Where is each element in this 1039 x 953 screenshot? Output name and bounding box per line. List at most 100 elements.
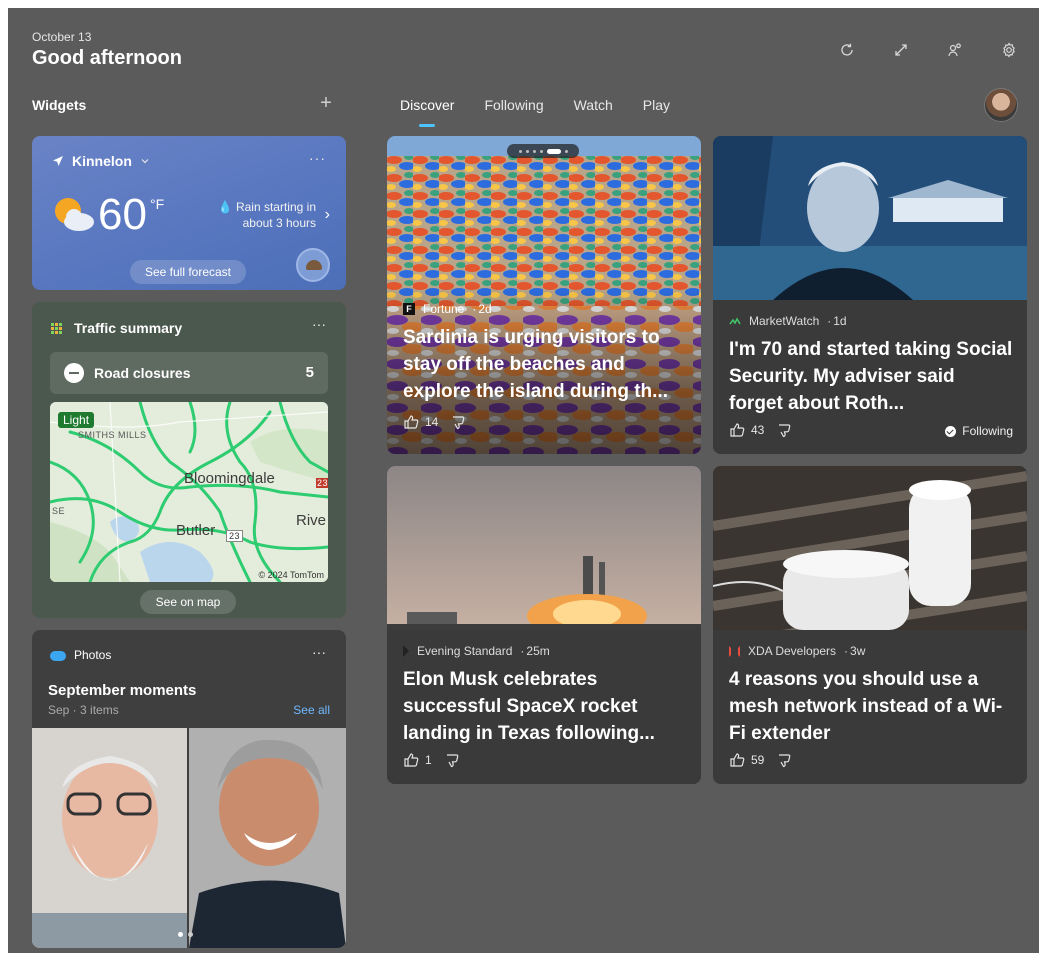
- news-card[interactable]: F Fortune · 2d Sardinia is urging visito…: [387, 136, 701, 454]
- photos-collection-title: September moments: [48, 682, 197, 699]
- chevron-right-icon[interactable]: ›: [325, 206, 330, 224]
- traffic-widget[interactable]: Traffic summary ··· Road closures 5 Ligh…: [32, 302, 346, 618]
- news-card[interactable]: MarketWatch · 1d I'm 70 and started taki…: [713, 136, 1027, 454]
- see-full-forecast-button[interactable]: See full forecast: [130, 260, 246, 284]
- news-age-separator: ·: [844, 644, 849, 658]
- news-source[interactable]: XDA Developers · 3w: [729, 644, 865, 658]
- weather-mascot-icon[interactable]: [296, 248, 330, 282]
- traffic-title: Traffic summary: [74, 320, 183, 336]
- weather-location-label: Kinnelon: [72, 153, 132, 169]
- news-age: 2d: [478, 302, 492, 316]
- location-arrow-icon: [53, 156, 63, 166]
- news-card[interactable]: XDA Developers · 3w 4 reasons you should…: [713, 466, 1027, 784]
- weather-more-button[interactable]: ···: [309, 150, 326, 166]
- weather-location[interactable]: Kinnelon: [52, 153, 150, 169]
- thumbs-up-icon[interactable]: [729, 422, 745, 438]
- thumbs-up-icon[interactable]: [403, 414, 419, 430]
- photos-more-button[interactable]: ···: [312, 644, 326, 660]
- likes-count: 43: [751, 423, 765, 437]
- thumbs-down-icon[interactable]: [450, 414, 466, 430]
- news-card-body: F Fortune · 2d Sardinia is urging visito…: [387, 286, 701, 454]
- profile-avatar[interactable]: [984, 88, 1018, 122]
- news-age-separator: ·: [827, 314, 832, 328]
- traffic-level-badge: Light: [58, 412, 95, 428]
- photos-widget[interactable]: Photos ··· September moments Sep · 3 ite…: [32, 630, 346, 948]
- thumbs-up-icon[interactable]: [403, 752, 419, 768]
- news-age-separator: ·: [472, 302, 477, 316]
- news-age: 3w: [850, 644, 866, 658]
- news-age: 1d: [833, 314, 847, 328]
- road-closures-count: 5: [305, 364, 314, 381]
- see-on-map-button[interactable]: See on map: [140, 590, 236, 614]
- following-label: Following: [962, 424, 1013, 438]
- widgets-heading: Widgets: [32, 97, 87, 113]
- news-source-name: Evening Standard: [417, 644, 513, 658]
- photo-thumbnail[interactable]: [32, 728, 187, 948]
- greeting-title: Good afternoon: [32, 47, 182, 69]
- tab-watch[interactable]: Watch: [574, 97, 613, 121]
- xda-logo-icon: [729, 645, 740, 657]
- settings-icon[interactable]: [999, 40, 1019, 60]
- onedrive-cloud-icon: [50, 651, 66, 661]
- date-label: October 13: [32, 30, 92, 44]
- news-headline[interactable]: 4 reasons you should use a mesh network …: [729, 666, 1013, 747]
- widgets-board: October 13 Good afternoon Widgets + Disc…: [8, 8, 1039, 953]
- partly-cloudy-icon: [55, 198, 94, 231]
- news-headline[interactable]: I'm 70 and started taking Social Securit…: [729, 336, 1013, 417]
- map-label-bloomingdale: Bloomingdale: [184, 470, 275, 487]
- tab-following[interactable]: Following: [484, 97, 543, 121]
- map-label-smiths-mills: SMITHS MILLS: [78, 430, 147, 440]
- news-reactions: 59: [729, 752, 792, 768]
- likes-count: 14: [425, 415, 439, 429]
- thumbs-up-icon[interactable]: [729, 752, 745, 768]
- news-card-body: MarketWatch · 1d I'm 70 and started taki…: [713, 300, 1027, 454]
- see-all-link[interactable]: See all: [293, 703, 330, 717]
- chevron-down-icon: [141, 159, 149, 164]
- thumbs-down-icon[interactable]: [444, 752, 460, 768]
- news-card[interactable]: Evening Standard · 25m Elon Musk celebra…: [387, 466, 701, 784]
- add-widget-button[interactable]: +: [316, 92, 336, 115]
- map-label-butler: Butler: [176, 522, 216, 539]
- road-closures-row[interactable]: Road closures 5: [50, 352, 328, 394]
- photos-collection-subtitle: Sep · 3 items: [48, 703, 119, 717]
- news-source-name: Fortune: [423, 302, 465, 316]
- traffic-map[interactable]: Light SMITHS MILLS Bloomingdale Butler R…: [50, 402, 328, 582]
- traffic-more-button[interactable]: ···: [312, 316, 326, 332]
- tab-discover[interactable]: Discover: [400, 97, 454, 121]
- news-reactions: 14: [403, 414, 466, 430]
- news-source-name: MarketWatch: [749, 314, 820, 328]
- checkmark-icon: [945, 425, 957, 437]
- news-reactions: 1: [403, 752, 460, 768]
- route-23-shield: 23: [226, 530, 244, 542]
- thumbs-down-icon[interactable]: [776, 752, 792, 768]
- refresh-icon[interactable]: [837, 40, 857, 60]
- news-headline[interactable]: Elon Musk celebrates successful SpaceX r…: [403, 666, 687, 747]
- tab-play[interactable]: Play: [643, 97, 670, 121]
- following-indicator[interactable]: Following: [945, 424, 1013, 438]
- thumbs-down-icon[interactable]: [776, 422, 792, 438]
- photo-thumbnail[interactable]: [189, 728, 346, 948]
- news-source-name: XDA Developers: [748, 644, 837, 658]
- photo-carousel-dots[interactable]: [178, 932, 193, 937]
- expand-icon[interactable]: [891, 40, 911, 60]
- map-label-se: SE: [52, 506, 66, 516]
- map-roads: [50, 402, 328, 582]
- evening-standard-logo-icon: [403, 645, 409, 657]
- rain-alert[interactable]: 💧 Rain starting in about 3 hours: [186, 199, 316, 231]
- news-source[interactable]: MarketWatch · 1d: [729, 314, 847, 328]
- likes-count: 59: [751, 753, 765, 767]
- weather-widget[interactable]: Kinnelon ··· 60 °F 💧 Rain starting in ab…: [32, 136, 346, 290]
- news-image: [713, 136, 1027, 300]
- news-reactions: 43: [729, 422, 792, 438]
- likes-count: 1: [425, 753, 432, 767]
- news-headline[interactable]: Sardinia is urging visitors to stay off …: [403, 324, 687, 405]
- news-source[interactable]: F Fortune · 2d: [403, 302, 492, 316]
- traffic-app-icon: [50, 322, 62, 334]
- fortune-logo-icon: F: [403, 303, 415, 315]
- route-23-shield-north: 23: [316, 478, 328, 488]
- carousel-indicator[interactable]: [507, 144, 579, 158]
- news-source[interactable]: Evening Standard · 25m: [403, 644, 550, 658]
- people-icon[interactable]: [945, 40, 965, 60]
- marketwatch-logo-icon: [729, 317, 741, 325]
- news-image: [713, 466, 1027, 630]
